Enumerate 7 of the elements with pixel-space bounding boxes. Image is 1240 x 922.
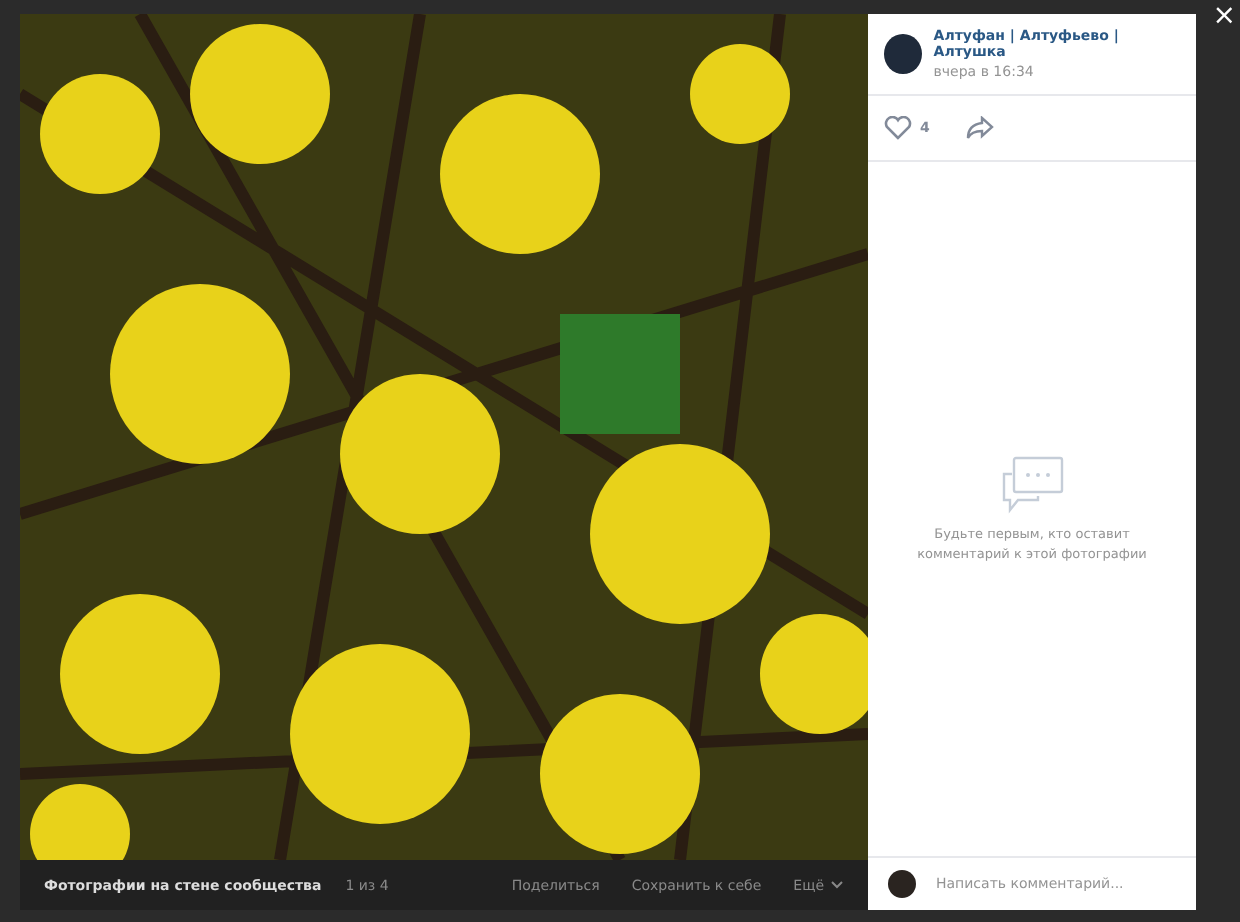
close-button[interactable]: × [1212, 0, 1236, 32]
share-icon[interactable] [965, 116, 994, 140]
like-icon[interactable] [884, 116, 912, 140]
chat-bubbles-icon [998, 453, 1066, 514]
avatar [888, 870, 916, 898]
avatar[interactable] [884, 34, 922, 74]
caret-icon [830, 880, 844, 890]
